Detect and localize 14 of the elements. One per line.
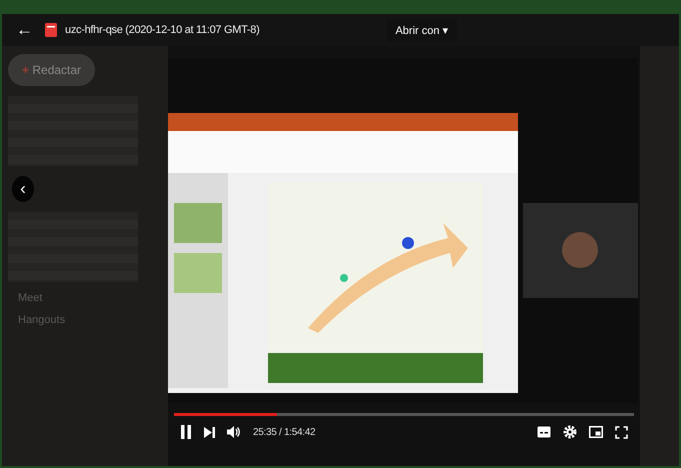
time-display: 25:35 / 1:54:42 — [253, 426, 316, 438]
next-icon[interactable] — [204, 426, 215, 438]
pause-icon[interactable] — [180, 425, 192, 439]
fullscreen-icon[interactable] — [615, 426, 628, 438]
volume-icon[interactable] — [227, 425, 241, 439]
section-heading: Meet — [18, 292, 42, 304]
back-button[interactable]: ← — [12, 20, 37, 40]
video-file-icon — [45, 23, 57, 37]
previous-button[interactable]: ‹ — [12, 176, 34, 202]
miniplayer-icon[interactable] — [589, 426, 603, 438]
captions-icon[interactable] — [537, 426, 551, 438]
file-name: uzc-hfhr-qse (2020-12-10 at 11:07 GMT-8) — [65, 24, 260, 36]
section-heading: Hangouts — [18, 314, 66, 326]
settings-icon[interactable] — [563, 425, 577, 439]
